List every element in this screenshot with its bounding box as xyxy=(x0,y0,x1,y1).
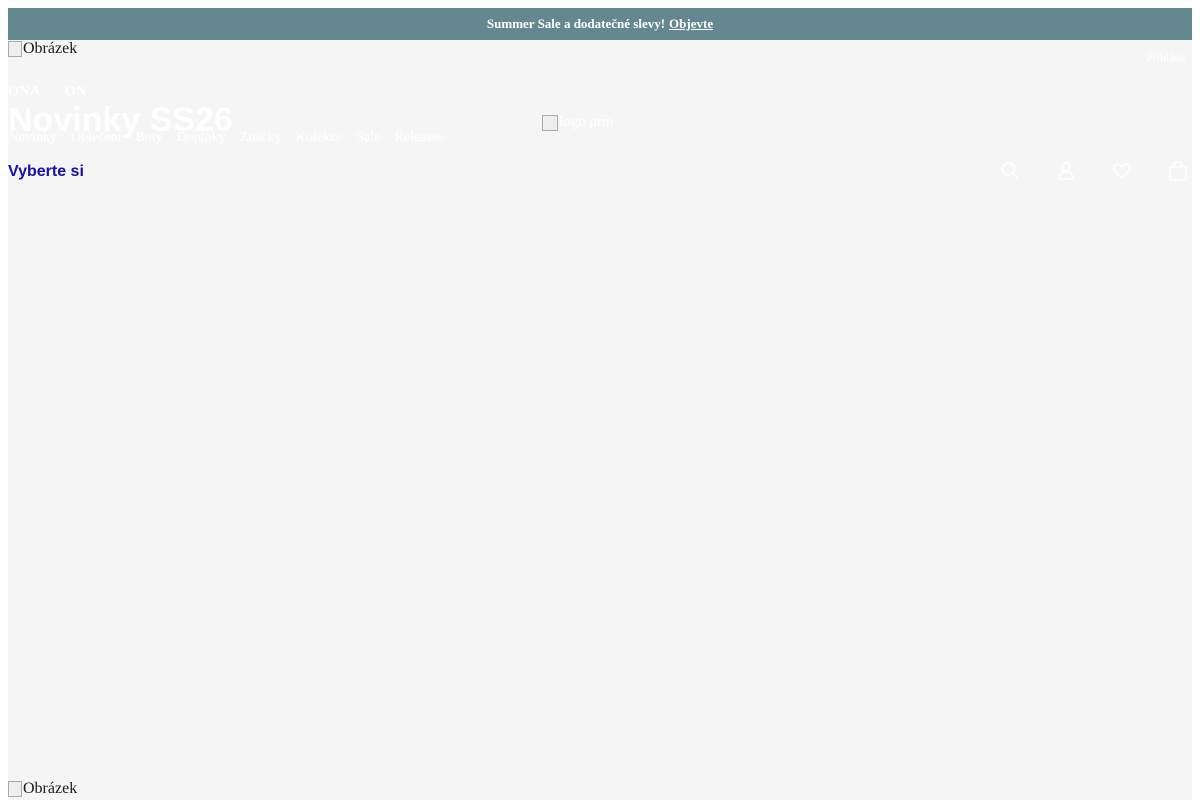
logo[interactable]: logo prm xyxy=(542,114,614,131)
promo-link[interactable]: Objevte xyxy=(669,16,713,32)
nav-item-novinky[interactable]: Novinky xyxy=(8,130,57,146)
promo-text: Summer Sale a dodatečné slevy! xyxy=(486,16,666,31)
nav-item-obleceni[interactable]: Oblečení xyxy=(71,130,122,146)
main-nav: Novinky Oblečení Boty Doplňky Značky Kol… xyxy=(8,130,444,146)
bag-icon[interactable] xyxy=(1168,160,1188,182)
logo-alt: logo prm xyxy=(559,114,614,130)
nav-item-sale[interactable]: Sale xyxy=(356,130,380,146)
hero-image: Obrázek xyxy=(8,40,77,58)
secondary-image-alt: Obrázek xyxy=(23,780,78,797)
login-link[interactable]: Přihlásit xyxy=(1146,50,1186,65)
page: Summer Sale a dodatečné slevy! Objevte O… xyxy=(8,8,1192,800)
user-icon[interactable] xyxy=(1056,160,1076,182)
nav-item-doplnky[interactable]: Doplňky xyxy=(177,130,226,146)
broken-image-icon xyxy=(542,114,558,131)
cta-link[interactable]: Vyberte si xyxy=(8,163,84,181)
nav-item-znacky[interactable]: Značky xyxy=(240,130,282,146)
promo-bar: Summer Sale a dodatečné slevy! Objevte xyxy=(8,8,1192,40)
secondary-image: Obrázek xyxy=(8,780,77,798)
search-icon[interactable] xyxy=(1000,160,1020,182)
nav-item-releases[interactable]: Releases xyxy=(395,130,444,146)
nav-item-boty[interactable]: Boty xyxy=(136,130,163,146)
hero-image-alt: Obrázek xyxy=(23,40,78,57)
header-icons xyxy=(1000,160,1188,182)
broken-image-icon xyxy=(8,41,22,57)
nav-item-kolekce[interactable]: Kolekce xyxy=(296,130,343,146)
heart-icon[interactable] xyxy=(1112,160,1132,182)
broken-image-icon xyxy=(8,781,22,797)
